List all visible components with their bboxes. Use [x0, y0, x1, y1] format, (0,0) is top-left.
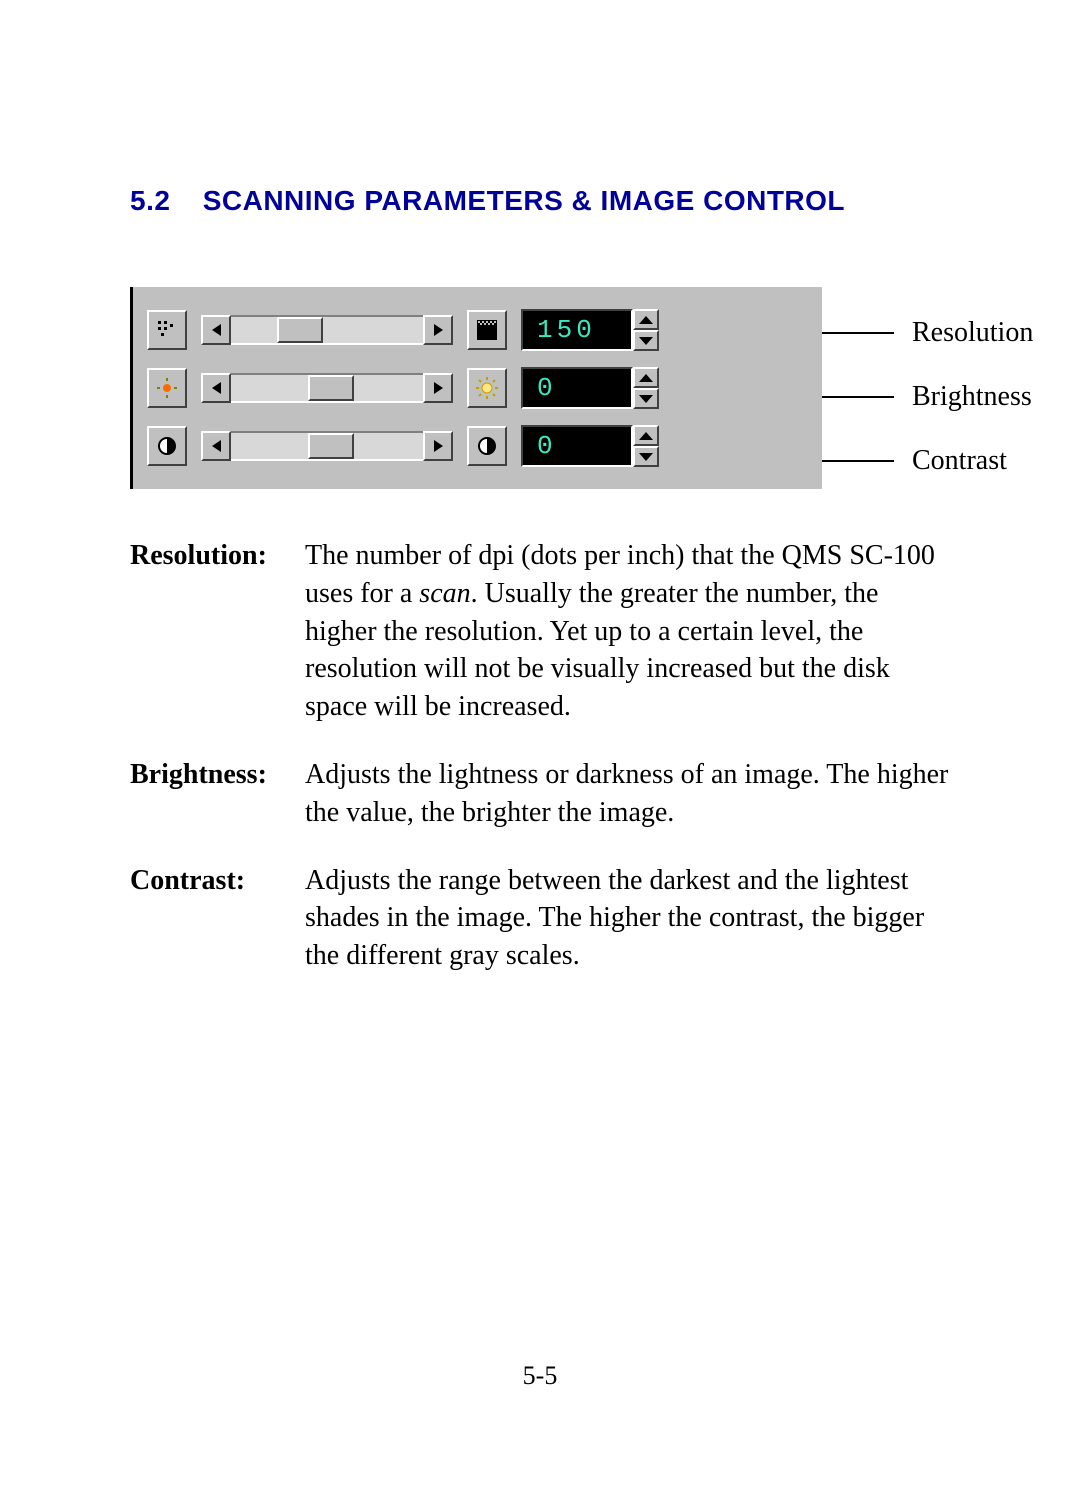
contrast-slider[interactable]	[201, 431, 453, 461]
callout-label: Resolution	[912, 317, 1033, 349]
contrast-spin-up-icon[interactable]	[633, 425, 659, 446]
slider-right-arrow-icon[interactable]	[423, 373, 453, 403]
contrast-row: 0	[147, 417, 804, 475]
slider-right-arrow-icon[interactable]	[423, 315, 453, 345]
brightness-spin-down-icon[interactable]	[633, 388, 659, 409]
brightness-spin-up-icon[interactable]	[633, 367, 659, 388]
brightness-value: 0	[521, 367, 633, 409]
slider-track[interactable]	[231, 315, 423, 345]
brightness-high-icon[interactable]	[467, 368, 507, 408]
resolution-spin-down-icon[interactable]	[633, 330, 659, 351]
resolution-row: 150	[147, 301, 804, 359]
resolution-spin-up-icon[interactable]	[633, 309, 659, 330]
slider-track[interactable]	[231, 431, 423, 461]
contrast-low-icon[interactable]	[147, 426, 187, 466]
resolution-slider[interactable]	[201, 315, 453, 345]
definition-text: Adjusts the range between the darkest an…	[305, 862, 950, 975]
slider-left-arrow-icon[interactable]	[201, 315, 231, 345]
contrast-spin-down-icon[interactable]	[633, 446, 659, 467]
callout-line	[822, 396, 894, 398]
definition-term: Brightness:	[130, 756, 305, 832]
contrast-value: 0	[521, 425, 633, 467]
definitions: Resolution: The number of dpi (dots per …	[130, 537, 950, 975]
definition-row: Resolution: The number of dpi (dots per …	[130, 537, 950, 726]
brightness-slider[interactable]	[201, 373, 453, 403]
control-panel: 150 0	[130, 287, 822, 489]
definition-italic: scan	[419, 578, 470, 609]
slider-right-arrow-icon[interactable]	[423, 431, 453, 461]
brightness-row: 0	[147, 359, 804, 417]
definition-text-part: Adjusts the lightness or darkness of an …	[305, 759, 948, 828]
slider-left-arrow-icon[interactable]	[201, 431, 231, 461]
definition-term: Resolution:	[130, 537, 305, 726]
contrast-high-icon[interactable]	[467, 426, 507, 466]
slider-thumb[interactable]	[308, 375, 354, 401]
contrast-spinbox: 0	[521, 425, 659, 467]
section-number: 5.2	[130, 185, 170, 216]
callout-label: Brightness	[912, 381, 1032, 413]
slider-thumb[interactable]	[277, 317, 323, 343]
resolution-spinbox: 150	[521, 309, 659, 351]
callout-contrast: Contrast	[822, 445, 1007, 477]
section-title: SCANNING PARAMETERS & IMAGE CONTROL	[203, 185, 845, 216]
callout-line	[822, 460, 894, 462]
resolution-low-icon[interactable]	[147, 310, 187, 350]
brightness-low-icon[interactable]	[147, 368, 187, 408]
page-number: 5-5	[0, 1361, 1080, 1391]
definition-row: Brightness: Adjusts the lightness or dar…	[130, 756, 950, 832]
definition-text: The number of dpi (dots per inch) that t…	[305, 537, 950, 726]
callout-resolution: Resolution	[822, 317, 1033, 349]
section-heading: 5.2 SCANNING PARAMETERS & IMAGE CONTROL	[130, 185, 950, 217]
definition-term: Contrast:	[130, 862, 305, 975]
resolution-high-icon[interactable]	[467, 310, 507, 350]
slider-track[interactable]	[231, 373, 423, 403]
definition-text: Adjusts the lightness or darkness of an …	[305, 756, 950, 832]
slider-thumb[interactable]	[308, 433, 354, 459]
callout-label: Contrast	[912, 445, 1007, 477]
definition-text-part: Adjusts the range between the darkest an…	[305, 865, 924, 972]
callout-line	[822, 332, 894, 334]
resolution-value: 150	[521, 309, 633, 351]
brightness-spinbox: 0	[521, 367, 659, 409]
callout-brightness: Brightness	[822, 381, 1032, 413]
control-panel-figure: 150 0	[130, 287, 950, 489]
slider-left-arrow-icon[interactable]	[201, 373, 231, 403]
definition-row: Contrast: Adjusts the range between the …	[130, 862, 950, 975]
